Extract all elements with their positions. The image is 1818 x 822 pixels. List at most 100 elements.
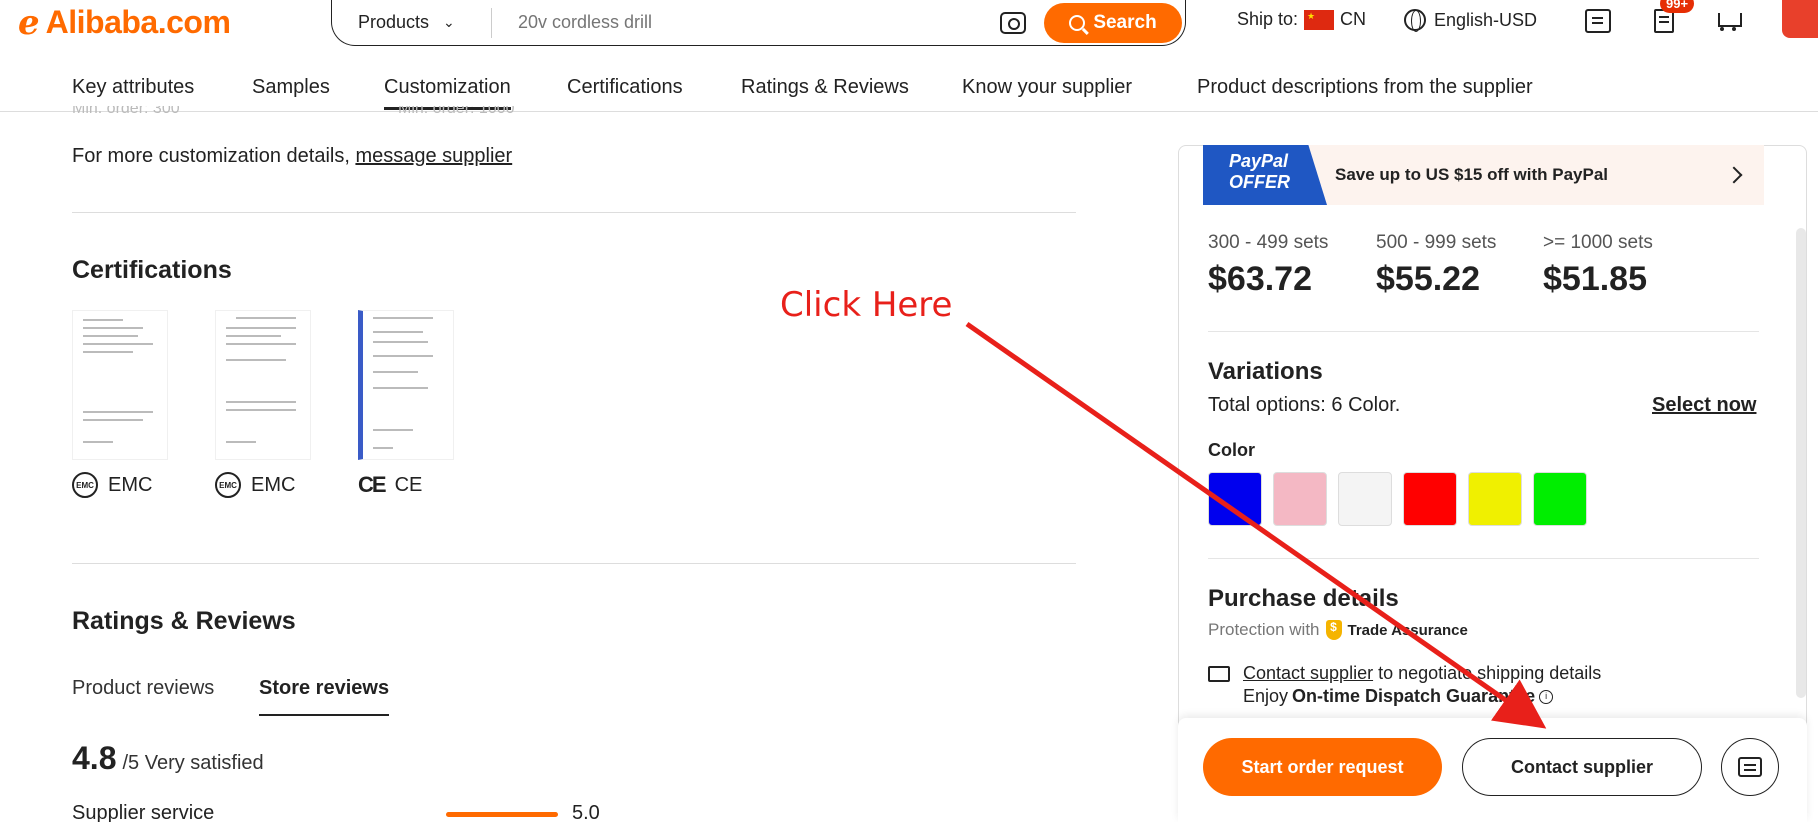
tier-range: 500 - 999 sets: [1376, 232, 1497, 253]
tier-price: $55.22: [1376, 260, 1480, 298]
tab-product-reviews[interactable]: Product reviews: [72, 677, 214, 700]
paypal-offer-banner[interactable]: PayPal OFFER Save up to US $15 off with …: [1203, 145, 1764, 205]
paypal-offer-text: Save up to US $15 off with PayPal: [1335, 165, 1609, 184]
certificate-image[interactable]: [358, 310, 454, 460]
color-swatch[interactable]: [1468, 472, 1522, 526]
supplier-service-bar: [446, 812, 558, 817]
cert-label: EMC EMC: [72, 472, 172, 498]
chat-icon: [1738, 757, 1762, 777]
tab-store-reviews[interactable]: Store reviews: [259, 677, 390, 716]
trade-assurance-shield-icon: $: [1325, 620, 1342, 640]
camera-search-icon[interactable]: [1000, 11, 1026, 34]
total-options: Total options: 6 Color.: [1208, 394, 1400, 417]
color-swatch[interactable]: [1338, 472, 1392, 526]
price-tier: 300 - 499 sets $63.72: [1208, 232, 1328, 299]
alibaba-logo-icon: ℯ: [18, 3, 40, 42]
color-swatch[interactable]: [1533, 472, 1587, 526]
panel-scrollbar[interactable]: [1796, 228, 1806, 698]
info-icon[interactable]: i: [1539, 689, 1554, 704]
divider: [72, 212, 1076, 213]
ce-mark-icon: CE: [358, 472, 387, 497]
dispatch-guarantee: Enjoy On-time Dispatch Guarantee i: [1243, 686, 1554, 707]
contact-supplier-button[interactable]: Contact supplier: [1462, 738, 1702, 796]
tab-ratings-reviews[interactable]: Ratings & Reviews: [741, 76, 909, 99]
cert-card[interactable]: CE CE: [358, 310, 458, 498]
ship-to-selector[interactable]: Ship to: CN: [1237, 9, 1366, 30]
message-supplier-link[interactable]: message supplier: [355, 145, 512, 167]
search-button[interactable]: Search: [1044, 2, 1182, 43]
certificate-image[interactable]: [72, 310, 168, 460]
ratings-reviews-title: Ratings & Reviews: [72, 607, 296, 635]
color-label: Color: [1208, 440, 1255, 460]
select-now-link[interactable]: Select now: [1652, 394, 1756, 417]
certifications-title: Certifications: [72, 256, 232, 284]
product-section-tabs: Key attributes Samples Customization Cer…: [0, 52, 1818, 112]
rating-score: 4.8 /5 Very satisfied: [72, 740, 264, 777]
truck-icon: [1208, 666, 1230, 682]
search-button-label: Search: [1093, 11, 1157, 33]
chevron-down-icon: ⌄: [443, 14, 455, 30]
contact-supplier-link[interactable]: Contact supplier: [1243, 663, 1373, 683]
emc-icon: EMC: [215, 472, 241, 498]
language-label: English-USD: [1434, 9, 1538, 30]
tier-price: $63.72: [1208, 260, 1312, 298]
search-category-dropdown[interactable]: Products ⌄: [332, 7, 492, 38]
click-here-annotation: Click Here: [780, 285, 953, 325]
messages-icon[interactable]: [1585, 9, 1611, 33]
tab-know-your-supplier[interactable]: Know your supplier: [962, 76, 1132, 99]
search-category-label: Products: [358, 12, 430, 32]
trade-assurance-label: Trade Assurance: [1347, 621, 1468, 639]
start-order-request-button[interactable]: Start order request: [1203, 738, 1442, 796]
color-swatch[interactable]: [1273, 472, 1327, 526]
china-flag-icon: [1304, 9, 1335, 30]
emc-icon: EMC: [72, 472, 98, 498]
tab-product-descriptions[interactable]: Product descriptions from the supplier: [1197, 76, 1533, 99]
score-value: 4.8: [72, 740, 117, 776]
dispatch-guarantee-label: On-time Dispatch Guarantee: [1292, 686, 1536, 706]
cart-icon[interactable]: [1714, 9, 1742, 33]
divider: [1208, 558, 1759, 559]
tab-samples[interactable]: Samples: [252, 76, 330, 99]
variations-title: Variations: [1208, 358, 1323, 385]
cert-name: CE: [394, 473, 423, 496]
top-header: ℯ Alibaba.com Products ⌄ Search Ship to:…: [0, 0, 1818, 52]
cert-card[interactable]: EMC EMC: [215, 310, 315, 498]
search-input[interactable]: [492, 12, 1000, 33]
ship-to-country: CN: [1340, 9, 1367, 29]
paypal-logo-line2: OFFER: [1229, 172, 1290, 192]
tab-certifications[interactable]: Certifications: [567, 76, 683, 99]
language-selector[interactable]: English-USD: [1404, 9, 1538, 32]
protection-label: Protection with: [1208, 620, 1320, 639]
total-options-value: 6 Color.: [1331, 394, 1401, 416]
cert-name: EMC: [108, 473, 153, 496]
supplier-service-label: Supplier service: [72, 802, 215, 822]
divider: [1208, 331, 1759, 332]
purchase-details-title: Purchase details: [1208, 585, 1399, 612]
cert-name: EMC: [251, 473, 296, 496]
avatar[interactable]: [1782, 0, 1818, 38]
ship-to-label: Ship to:: [1237, 9, 1299, 29]
supplier-service-value: 5.0: [572, 802, 600, 822]
tier-price: $51.85: [1543, 260, 1647, 298]
search-bar: Products ⌄ Search: [331, 0, 1186, 46]
chevron-right-icon: [1725, 166, 1743, 184]
chat-button[interactable]: [1721, 738, 1779, 796]
tab-key-attributes[interactable]: Key attributes: [72, 76, 194, 99]
enjoy-prefix: Enjoy: [1243, 686, 1289, 706]
contact-suffix: to negotiate shipping details: [1373, 663, 1602, 683]
color-swatch[interactable]: [1403, 472, 1457, 526]
protection-line: Protection with $ Trade Assurance: [1208, 620, 1468, 640]
color-swatch[interactable]: [1208, 472, 1262, 526]
customization-prefix: For more customization details,: [72, 145, 356, 167]
alibaba-logo[interactable]: ℯ Alibaba.com: [18, 3, 231, 42]
cert-card[interactable]: EMC EMC: [72, 310, 172, 498]
divider: [72, 563, 1076, 564]
customization-note: For more customization details, message …: [72, 145, 512, 168]
paypal-logo-line1: PayPal: [1229, 151, 1289, 171]
certificate-image[interactable]: [215, 310, 311, 460]
paypal-offer-logo: PayPal OFFER: [1203, 145, 1327, 205]
search-icon: [1069, 14, 1086, 31]
tier-range: >= 1000 sets: [1543, 232, 1653, 253]
tab-customization[interactable]: Customization: [384, 76, 511, 110]
logo-text: Alibaba.com: [45, 4, 231, 40]
